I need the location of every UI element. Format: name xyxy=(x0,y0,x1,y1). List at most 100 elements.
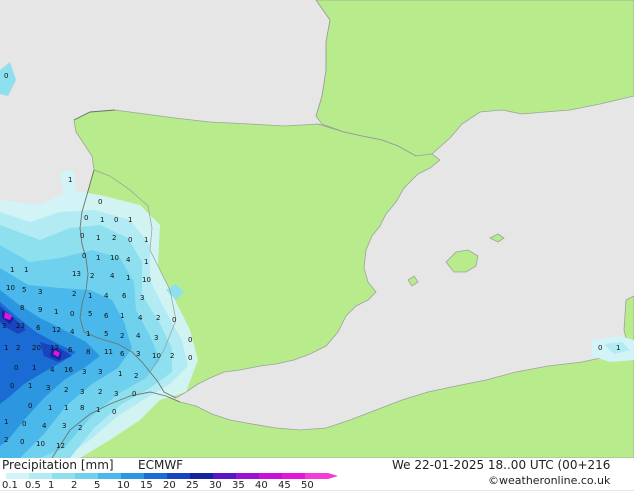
precip-value-label: 4 xyxy=(50,366,55,374)
legend-swatch xyxy=(213,473,236,479)
precip-value-label: 4 xyxy=(104,292,109,300)
precip-value-label: 2 xyxy=(78,424,82,432)
precip-value-label: 1 xyxy=(96,234,100,242)
precip-value-label: 0 xyxy=(98,198,102,206)
legend-swatch xyxy=(190,473,213,479)
precip-value-label: 1 xyxy=(96,254,100,262)
legend-tick-label: 40 xyxy=(255,480,268,491)
legend-swatch xyxy=(259,473,282,479)
precip-value-label: 8 xyxy=(86,348,90,356)
legend-tick-label: 0.1 xyxy=(2,480,18,491)
precip-value-label: 4 xyxy=(110,272,115,280)
precip-value-label: 1 xyxy=(96,406,100,414)
precip-value-label: 3 xyxy=(114,390,118,398)
precip-value-label: 6 xyxy=(104,312,109,320)
precip-value-label: 16 xyxy=(64,366,73,374)
precip-value-label: 3 xyxy=(38,288,42,296)
precip-value-label: 0 xyxy=(132,390,136,398)
precip-value-label: 6 xyxy=(120,350,125,358)
footer-bar: Precipitation [mm] ECMWF We 22-01-2025 1… xyxy=(0,458,634,491)
precip-value-label: 2 xyxy=(134,372,138,380)
precip-value-label: 3 xyxy=(136,350,140,358)
precip-value-label: 2 xyxy=(64,386,68,394)
precip-value-label: 2 xyxy=(120,332,124,340)
precip-value-label: 0 xyxy=(114,216,118,224)
legend-swatch xyxy=(75,473,98,479)
precip-value-label: 4 xyxy=(136,332,141,340)
precip-value-label: 10 xyxy=(36,440,45,448)
precip-value-label: 1 xyxy=(144,258,148,266)
precip-value-label: 0 xyxy=(128,236,132,244)
precip-value-label: 3 xyxy=(82,368,86,376)
precip-value-label: 20 xyxy=(32,344,41,352)
precip-value-label: 12 xyxy=(56,442,65,450)
precip-value-label: 10 xyxy=(152,352,161,360)
precip-value-label: 6 xyxy=(36,324,41,332)
legend-tick-label: 30 xyxy=(209,480,222,491)
legend-swatch xyxy=(29,473,52,479)
precip-value-label: 0 xyxy=(172,316,176,324)
legend-swatch xyxy=(167,473,190,479)
precip-value-label: 3 xyxy=(98,368,102,376)
precip-value-label: 2 xyxy=(72,290,76,298)
precip-value-label: 1 xyxy=(32,364,36,372)
precip-value-label: 0 xyxy=(80,232,84,240)
precip-value-label: 1 xyxy=(120,312,124,320)
legend-tick-label: 1 xyxy=(48,480,55,491)
precip-value-label: 1 xyxy=(88,292,92,300)
legend-arrow xyxy=(328,473,338,479)
precip-value-label: 10 xyxy=(110,254,119,262)
legend-swatch xyxy=(98,473,121,479)
precip-value-label: 4 xyxy=(138,314,143,322)
legend-tick-label: 10 xyxy=(117,480,130,491)
precip-value-label: 0 xyxy=(84,214,88,222)
precip-value-label: 1 xyxy=(64,404,68,412)
precip-value-label: 2 xyxy=(112,234,116,242)
precip-value-label: 10 xyxy=(142,276,151,284)
precipitation-map: 0 1 0 0 1 0 1 0 1 2 0 1 0 1 10 4 1 1 1 13 2 4 1 10 10 5 3 2 1 4 6 3 8 9 1 0… xyxy=(0,0,634,459)
legend-swatch xyxy=(282,473,305,479)
precip-value-label: 0 xyxy=(112,408,116,416)
precip-value-label: 2 xyxy=(16,344,20,352)
legend-tick-label: 2 xyxy=(71,480,78,491)
legend-tick-label: 35 xyxy=(232,480,245,491)
precip-value-label: 0 xyxy=(10,382,14,390)
precip-value-label: 0 xyxy=(14,364,18,372)
precip-value-label: 0 xyxy=(598,344,602,352)
precip-value-label: 3 xyxy=(46,384,50,392)
map-canvas: 0100 1 0 10 1 2 0 10 1 10 4 11 1 13 2 4 1 1010 5 3 2 1 4 6 38 9 1 0… xyxy=(0,0,634,459)
precip-value-label: 3 xyxy=(80,388,84,396)
legend-tick-label: 5 xyxy=(94,480,101,491)
precip-value-label: 1 xyxy=(126,274,130,282)
precip-value-label: 4 xyxy=(126,256,131,264)
precip-value-label: 1 xyxy=(616,344,620,352)
precip-value-label: 0 xyxy=(188,354,192,362)
precip-value-label: 6 xyxy=(68,346,73,354)
legend-swatch xyxy=(52,473,75,479)
legend-swatch xyxy=(6,473,29,479)
precip-value-label: 2 xyxy=(90,272,94,280)
precip-value-label: 5 xyxy=(22,286,26,294)
precip-value-label: 4 xyxy=(70,328,75,336)
precip-value-label: 0 xyxy=(188,336,192,344)
legend-tick-label: 50 xyxy=(301,480,314,491)
precip-value-label: 2 xyxy=(170,352,174,360)
precip-value-label: 0 xyxy=(82,252,86,260)
precip-value-label: 13 xyxy=(72,270,81,278)
precip-value-label: 1 xyxy=(86,330,90,338)
precip-value-label: 0 xyxy=(4,72,8,80)
precip-value-label: 5 xyxy=(88,310,92,318)
precip-value-label: 8 xyxy=(80,404,84,412)
precip-value-label: 1 xyxy=(24,266,28,274)
precip-value-label: 1 xyxy=(10,266,14,274)
precip-value-label: 4 xyxy=(42,422,47,430)
precip-value-label: 3 xyxy=(62,422,66,430)
legend-swatch xyxy=(305,473,328,479)
precip-value-label: 0 xyxy=(20,438,24,446)
legend-swatch xyxy=(121,473,144,479)
precip-value-label: 1 xyxy=(100,216,104,224)
precip-value-label: 1 xyxy=(54,308,58,316)
legend-tick-label: 0.5 xyxy=(25,480,41,491)
precip-value-label: 1 xyxy=(28,382,32,390)
precip-value-label: 8 xyxy=(20,304,24,312)
